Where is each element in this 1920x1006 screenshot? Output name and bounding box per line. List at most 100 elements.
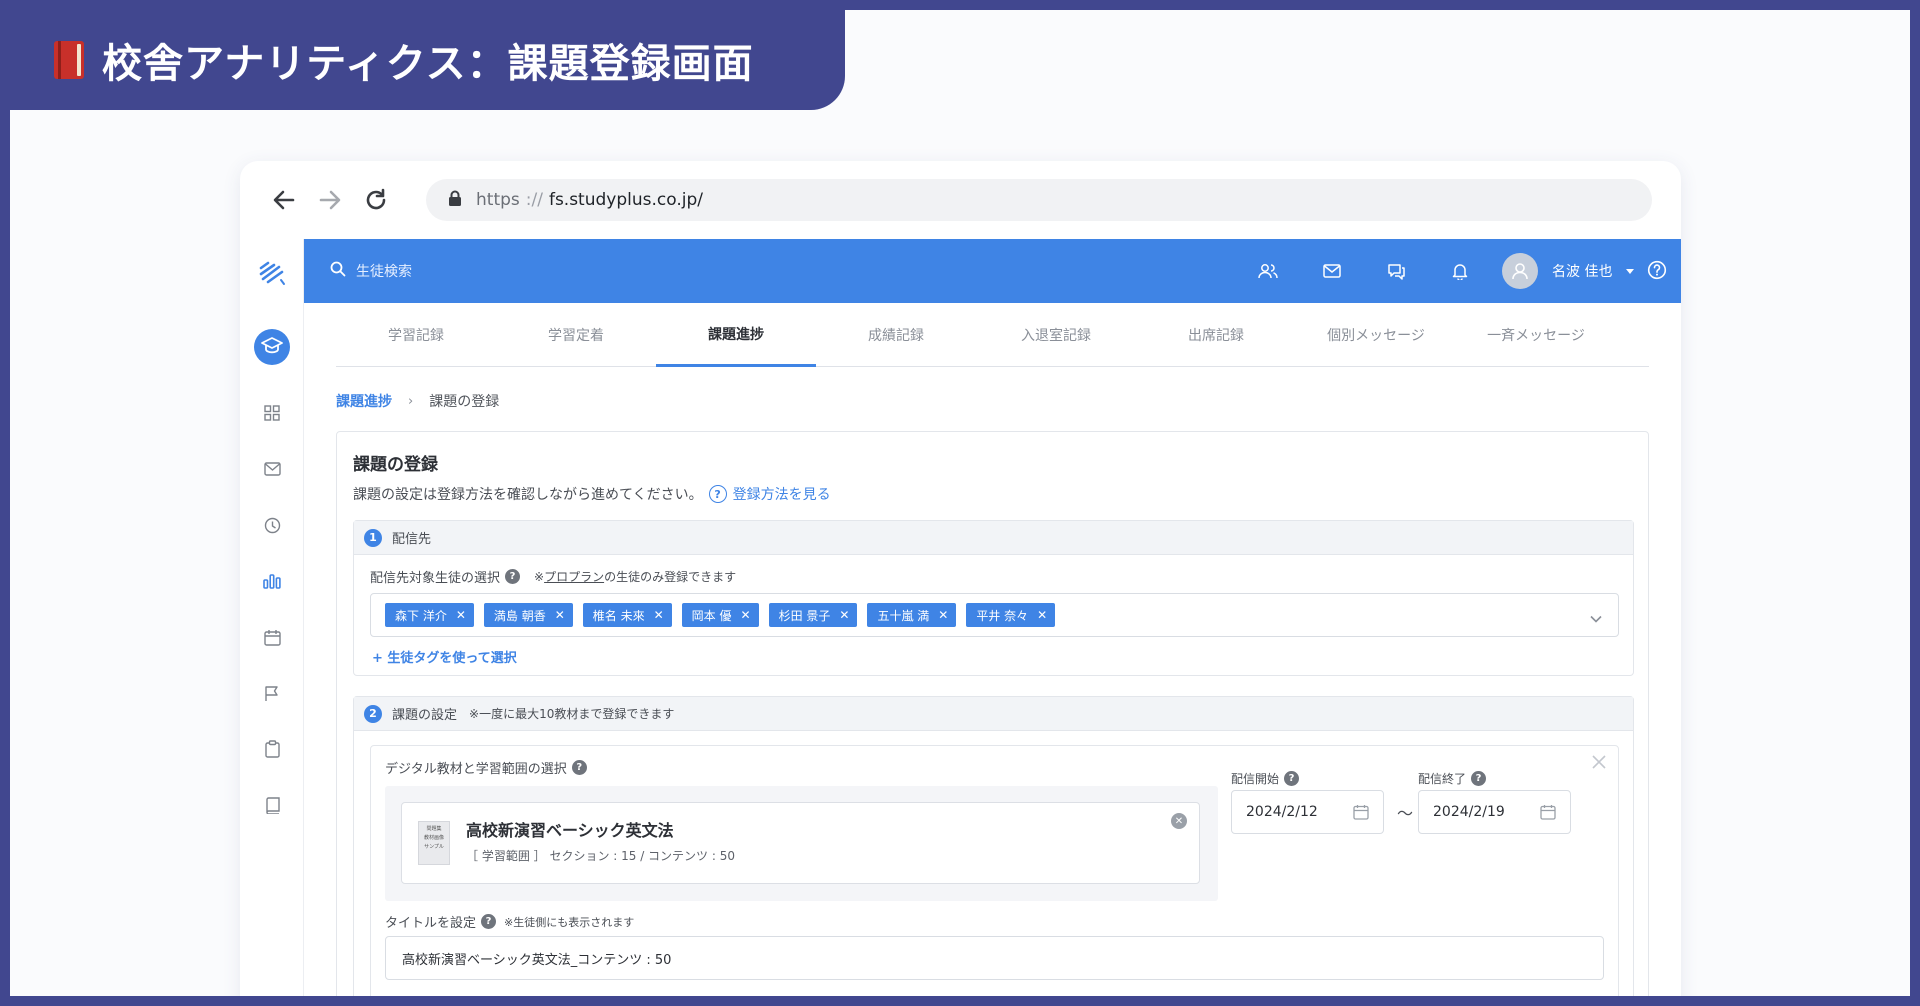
book-icon [54,41,84,79]
student-tag: 杉田 景子 ✕ [768,603,858,627]
help-circle-icon[interactable]: ? [505,569,521,584]
search-placeholder: 生徒検索 [356,264,412,280]
remove-tag-icon[interactable]: ✕ [938,608,948,622]
assignment-title-label: タイトルを設定 ? ※生徒側にも表示されます [385,912,634,931]
header-actions: 名波 佳也 [1236,239,1635,303]
calendar-icon[interactable] [1540,804,1556,824]
student-tag: 五十嵐 満 ✕ [867,603,957,627]
date-range-separator: 〜 [1397,804,1414,823]
start-date-value: 2024/2/12 [1246,804,1318,820]
tag-label: 平井 奈々 [976,608,1029,623]
help-circle-icon[interactable]: ? [571,760,587,775]
graduation-cap-icon [261,336,283,358]
tab-attendance[interactable]: 出席記録 [1136,303,1296,367]
end-date-label: 配信終了 ? [1418,770,1487,787]
tab-study-records[interactable]: 学習記録 [336,303,496,367]
app-header: 生徒検索 名波 佳也 [304,239,1681,303]
calendar-icon[interactable] [1353,804,1369,824]
section-title: 課題の設定 [392,708,458,723]
help-circle-icon[interactable]: ? [1284,771,1300,786]
remove-material-icon[interactable]: ✕ [1171,813,1187,829]
tab-bar: 学習記録 学習定着 課題進捗 成績記録 入退室記録 出席記録 個別メッセージ 一… [336,303,1649,367]
studyplus-logo-icon[interactable] [240,253,304,293]
clock-icon[interactable] [240,505,304,545]
help-icon[interactable] [1647,260,1667,284]
student-select-label: 配信先対象生徒の選択 ? ※プロプランの生徒のみ登録できます [370,567,736,586]
material-range: ［ 学習範囲 ］ セクション : 15 / コンテンツ : 50 [466,849,735,863]
breadcrumb-parent-link[interactable]: 課題進捗 [336,391,392,411]
title-note: ※生徒側にも表示されます [504,915,635,929]
slide-canvas: 校舎アナリティクス：課題登録画面 https :// fs.studyplus.… [10,10,1910,996]
users-icon[interactable] [1236,239,1300,303]
envelope-icon[interactable] [1300,239,1364,303]
url-separator: :// [525,190,543,210]
reload-icon[interactable] [360,184,392,216]
avatar [1502,253,1538,289]
section-header: 2 課題の設定 ※一度に最大10教材まで登録できます [354,697,1633,731]
end-date-value: 2024/2/19 [1433,804,1505,820]
form-description: 課題の設定は登録方法を確認しながら進めてください。 ? 登録方法を見る [353,484,831,504]
close-icon[interactable] [1592,754,1606,773]
student-tag: 森下 洋介 ✕ [385,603,474,627]
help-circle-icon[interactable]: ? [708,485,727,503]
assignment-form: 課題の登録 課題の設定は登録方法を確認しながら進めてください。 ? 登録方法を見… [336,431,1649,996]
remove-tag-icon[interactable]: ✕ [456,608,466,622]
material-select-label: デジタル教材と学習範囲の選択 ? [385,758,587,777]
url-scheme: https [476,190,520,210]
book-icon[interactable] [240,785,304,825]
student-multiselect[interactable]: 森下 洋介 ✕ 満島 朝香 ✕ 椎名 未來 ✕ 岡本 優 ✕ 杉田 景子 ✕ 五十嵐 満 ✕… [370,593,1619,637]
remove-tag-icon[interactable]: ✕ [1037,608,1047,622]
section-recipients: 1 配信先 配信先対象生徒の選択 ? ※プロプランの生徒のみ登録できます 森下 … [353,520,1634,676]
student-search[interactable]: 生徒検索 [330,261,412,281]
flag-icon[interactable] [240,673,304,713]
student-tag: 岡本 優 ✕ [681,603,759,627]
calendar-icon[interactable] [240,617,304,657]
help-circle-icon[interactable]: ? [1471,771,1487,786]
remove-tag-icon[interactable]: ✕ [654,608,664,622]
start-date-input[interactable]: 2024/2/12 [1231,790,1384,834]
material-list: 問題集 教材画像 サンプル 高校新演習ベーシック英文法 ［ 学習範囲 ］ セクシ… [385,786,1218,901]
material-card[interactable]: 問題集 教材画像 サンプル 高校新演習ベーシック英文法 ［ 学習範囲 ］ セクシ… [401,802,1200,884]
address-bar[interactable]: https :// fs.studyplus.co.jp/ [426,179,1652,221]
tab-retention[interactable]: 学習定着 [496,303,656,367]
tag-label: 森下 洋介 [395,608,447,623]
chat-bubbles-icon[interactable] [1364,239,1428,303]
thumb-line: サンプル [424,844,444,850]
user-menu[interactable]: 名波 佳也 [1502,253,1635,289]
tag-label: 満島 朝香 [493,608,546,623]
remove-tag-icon[interactable]: ✕ [741,608,751,622]
help-circle-icon[interactable]: ? [481,914,497,929]
mail-icon[interactable] [240,449,304,489]
clipboard-icon[interactable] [240,729,304,769]
select-by-tag-link[interactable]: + 生徒タグを使って選択 [372,647,517,666]
search-icon [330,261,346,281]
forward-arrow-icon[interactable] [314,184,346,216]
back-arrow-icon[interactable] [268,184,300,216]
remove-tag-icon[interactable]: ✕ [555,608,565,622]
note-suffix: の生徒のみ登録できます [604,570,737,584]
browser-toolbar: https :// fs.studyplus.co.jp/ [240,161,1681,239]
sidebar-item-students[interactable] [254,329,290,365]
end-date-input[interactable]: 2024/2/19 [1418,790,1571,834]
tab-grade-records[interactable]: 成績記録 [816,303,976,367]
thumb-line: 教材画像 [423,835,444,841]
browser-window: https :// fs.studyplus.co.jp/ 生徒検索 名波 佳也… [240,161,1681,996]
assignment-title-input[interactable]: 高校新演習ベーシック英文法_コンテンツ : 50 [385,936,1604,980]
dashboard-grid-icon[interactable] [240,393,304,433]
note-prefix: ※ [534,570,545,584]
section-note: ※一度に最大10教材まで登録できます [469,707,675,721]
how-to-register-link[interactable]: 登録方法を見る [733,484,831,504]
tab-assignment-progress[interactable]: 課題進捗 [656,303,816,367]
remove-tag-icon[interactable]: ✕ [839,608,849,622]
bar-chart-icon[interactable] [240,561,304,601]
pro-plan-link[interactable]: プロプラン [544,570,604,584]
tab-broadcast-message[interactable]: 一斉メッセージ [1456,303,1616,367]
material-thumbnail: 問題集 教材画像 サンプル [418,821,450,865]
tab-direct-message[interactable]: 個別メッセージ [1296,303,1456,367]
chevron-down-icon[interactable] [1590,608,1602,627]
bell-icon[interactable] [1428,239,1492,303]
slide-title-banner: 校舎アナリティクス：課題登録画面 [10,10,845,110]
tab-entry-exit[interactable]: 入退室記録 [976,303,1136,367]
app-viewport: 生徒検索 名波 佳也 学習記録 学習定着 課題進捗 成績記録 入退室記録 出席記… [240,239,1681,996]
step-number-badge: 1 [364,528,382,547]
